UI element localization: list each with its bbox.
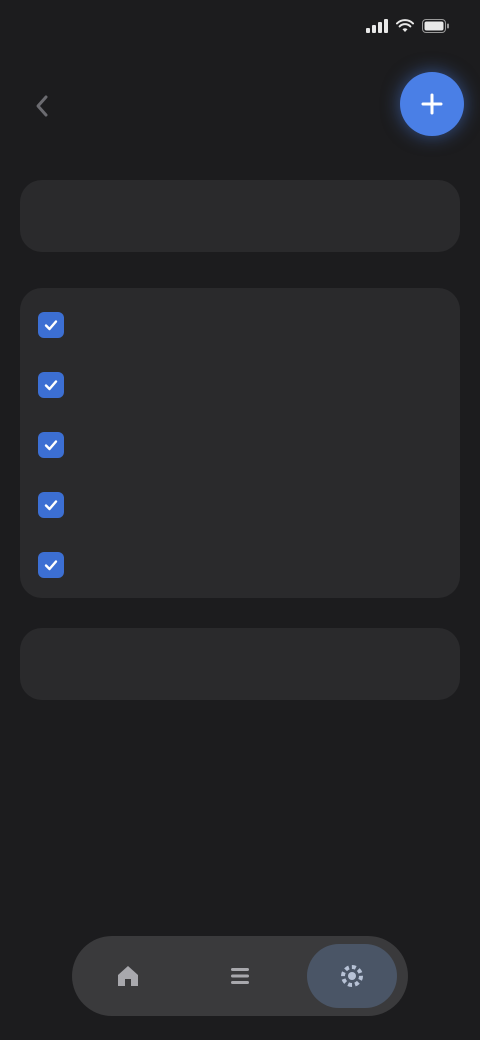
list-item[interactable] [20,414,460,474]
battery-icon [422,19,450,33]
item-list [20,288,460,598]
header [0,60,480,150]
list-icon [231,968,249,984]
signal-icon [366,19,388,33]
checkbox[interactable] [38,312,64,338]
checkbox[interactable] [38,492,64,518]
tab-list[interactable] [195,944,285,1008]
check-icon [44,320,58,331]
tab-bar [72,936,408,1016]
check-icon [44,440,58,451]
checkbox[interactable] [38,552,64,578]
checkbox[interactable] [38,372,64,398]
list-item[interactable] [20,474,460,534]
settings-icon [341,965,363,987]
plus-icon [421,93,443,115]
chevron-left-icon [36,95,48,117]
tab-home[interactable] [83,944,173,1008]
add-button[interactable] [400,72,464,136]
wifi-icon [396,19,414,33]
check-icon [44,500,58,511]
primary-action-button[interactable] [20,628,460,700]
back-button[interactable] [20,84,64,128]
checkbox[interactable] [38,432,64,458]
status-bar [0,0,480,54]
status-icons [366,19,450,33]
check-icon [44,560,58,571]
check-icon [44,380,58,391]
list-item[interactable] [20,534,460,594]
date-row[interactable] [20,180,460,252]
list-item[interactable] [20,354,460,414]
tab-settings[interactable] [307,944,397,1008]
home-icon [118,966,138,986]
list-item[interactable] [20,294,460,354]
